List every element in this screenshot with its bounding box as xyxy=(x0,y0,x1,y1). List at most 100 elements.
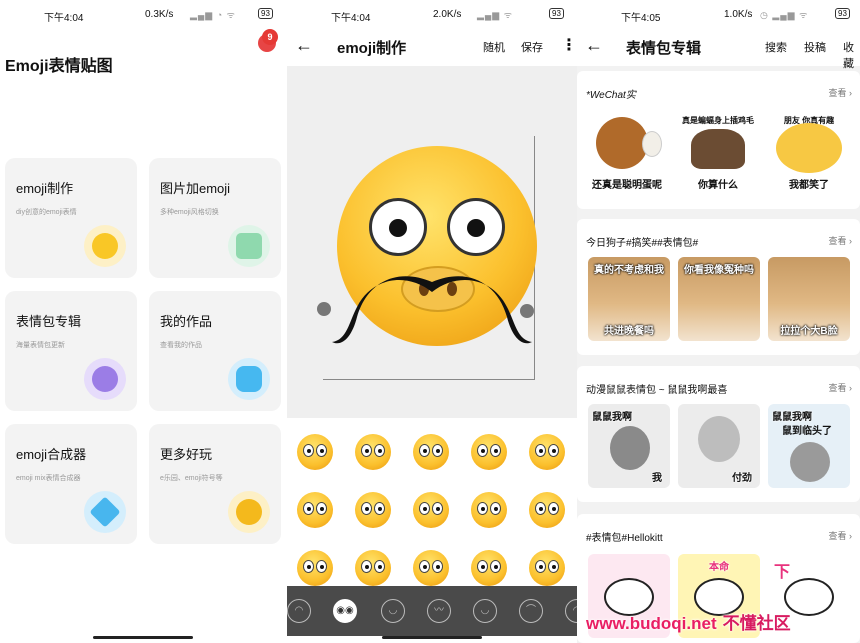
card-my-works[interactable]: 我的作品 查看我的作品 xyxy=(149,291,281,411)
eye-icon xyxy=(369,198,427,256)
page-title: 表情包专辑 xyxy=(626,40,702,57)
eyes-option[interactable] xyxy=(413,434,449,470)
emoji-canvas[interactable] xyxy=(287,66,577,418)
favorite-button[interactable]: 收藏 xyxy=(843,39,860,71)
eyes-option[interactable] xyxy=(413,492,449,528)
sticker[interactable]: 鼠鼠我啊 鼠到临头了 xyxy=(768,404,850,488)
resize-handle[interactable] xyxy=(520,304,534,318)
eyes-option[interactable] xyxy=(471,434,507,470)
sticker-caption: 你算什么 xyxy=(698,180,738,191)
mustache-icon xyxy=(332,276,532,344)
view-link[interactable]: 查看 › xyxy=(828,381,852,394)
smiley-icon xyxy=(84,225,126,267)
rotate-handle[interactable] xyxy=(317,302,331,316)
album-card[interactable]: 今日狗子#搞笑##表情包# 查看 › 真的不考虑和我 共进晚餐吗 你看我像冤种吗… xyxy=(577,219,860,355)
sticker[interactable]: 朋友 你真有趣 我都笑了 xyxy=(768,111,850,195)
page-title: Emoji表情贴图 xyxy=(5,58,113,75)
album-title: 动漫鼠鼠表情包 ~ 鼠鼠我啊最喜 xyxy=(586,385,728,396)
tab-mouth-icon[interactable]: ◡ xyxy=(381,599,405,623)
sticker[interactable]: 还真是聪明蛋呢 xyxy=(586,111,668,195)
sticker-top-text: 真的不考虑和我 xyxy=(594,265,664,276)
signal-icon: ◷ ▂▄▆ ᯤ xyxy=(760,10,809,20)
home-indicator xyxy=(382,636,482,639)
sticker-top-text: 真是蝙蝠身上插鸡毛 xyxy=(682,116,754,125)
eyes-option[interactable] xyxy=(355,550,391,586)
card-title: emoji合成器 xyxy=(16,447,87,462)
view-link[interactable]: 查看 › xyxy=(828,529,852,542)
card-sticker-albums[interactable]: 表情包专辑 海量表情包更新 xyxy=(5,291,137,411)
eyes-option[interactable] xyxy=(471,492,507,528)
card-emoji-mixer[interactable]: emoji合成器 emoji mix表情合成器 xyxy=(5,424,137,544)
app-bar: ← 表情包专辑 搜索 投稿 收藏 xyxy=(577,28,860,70)
battery-icon: 93 xyxy=(549,8,564,19)
status-time: 下午4:05 xyxy=(621,13,661,24)
planet-icon xyxy=(84,358,126,400)
eyes-option[interactable] xyxy=(297,550,333,586)
emoji-part-grid xyxy=(287,418,577,588)
album-card[interactable]: 动漫鼠鼠表情包 ~ 鼠鼠我啊最喜 查看 › 鼠鼠我啊 我 付劲 鼠鼠我啊 鼠到临… xyxy=(577,366,860,502)
eyes-option[interactable] xyxy=(297,434,333,470)
eyes-option[interactable] xyxy=(355,434,391,470)
save-button[interactable]: 保存 xyxy=(521,39,543,55)
cube-icon xyxy=(84,491,126,533)
notification-badge[interactable]: 9 xyxy=(262,29,278,45)
tab-face-icon[interactable]: ◠ xyxy=(287,599,311,623)
submit-button[interactable]: 投稿 xyxy=(804,39,826,55)
goggles-icon xyxy=(228,491,270,533)
status-speed: 1.0K/s xyxy=(724,9,753,20)
search-button[interactable]: 搜索 xyxy=(765,39,787,55)
eyes-option[interactable] xyxy=(355,492,391,528)
eyes-option[interactable] xyxy=(529,492,565,528)
sticker-caption: 还真是聪明蛋呢 xyxy=(592,180,662,191)
sticker-albums-screen: 下午4:05 1.0K/s ◷ ▂▄▆ ᯤ 93 ← 表情包专辑 搜索 投稿 收… xyxy=(577,0,860,643)
tab-eyes-icon[interactable]: ◉◉ xyxy=(333,599,357,623)
album-title: #表情包#Hellokitt xyxy=(586,533,663,544)
sticker-caption: 鼠到临头了 xyxy=(782,426,832,437)
status-time: 下午4:04 xyxy=(331,13,371,24)
eye-icon xyxy=(447,198,505,256)
tab-mustache-icon[interactable]: 〰 xyxy=(427,599,451,623)
album-card[interactable]: *WeChat实 查看 › 还真是聪明蛋呢 真是蝙蝠身上插鸡毛 你算什么 朋友 … xyxy=(577,71,860,209)
more-menu-icon[interactable]: ⋮ xyxy=(561,35,577,55)
view-link[interactable]: 查看 › xyxy=(828,234,852,247)
status-time: 下午4:04 xyxy=(44,13,84,24)
eyes-option[interactable] xyxy=(529,550,565,586)
screens-container: 下午4:04 0.3K/s ▂▄▆ ◔ ᯤ 93 Emoji表情贴图 9 emo… xyxy=(0,0,860,643)
eyes-option[interactable] xyxy=(471,550,507,586)
random-button[interactable]: 随机 xyxy=(483,39,505,55)
back-arrow-icon[interactable]: ← xyxy=(295,35,313,56)
status-speed: 2.0K/s xyxy=(433,9,462,20)
signal-icon: ▂▄▆ ◔ ᯤ xyxy=(190,10,236,20)
sticker[interactable]: 拉拉个大B脸 xyxy=(768,257,850,341)
sticker-top-text: 鼠鼠我啊 xyxy=(772,412,812,423)
status-bar: 下午4:05 1.0K/s ◷ ▂▄▆ ᯤ 93 xyxy=(577,0,860,28)
sticker-caption: 我都笑了 xyxy=(789,180,829,191)
card-subtitle: diy创意的emoji表情 xyxy=(16,209,77,216)
part-category-tabs: ◠ ◉◉ ◡ 〰 ◡ ⌒ ◠ xyxy=(287,586,577,636)
eyes-option[interactable] xyxy=(297,492,333,528)
status-bar: 下午4:04 0.3K/s ▂▄▆ ◔ ᯤ 93 xyxy=(0,0,287,28)
app-bar: ← emoji制作 随机 保存 ⋮ xyxy=(287,28,577,64)
tab-smile-icon[interactable]: ◡ xyxy=(473,599,497,623)
card-more-fun[interactable]: 更多好玩 e乐园、emoji符号等 xyxy=(149,424,281,544)
eyes-option[interactable] xyxy=(413,550,449,586)
sticker[interactable]: 你看我像冤种吗 xyxy=(678,257,760,341)
sticker[interactable]: 真的不考虑和我 共进晚餐吗 xyxy=(588,257,670,341)
card-title: 图片加emoji xyxy=(160,181,231,196)
sticker-caption: 我 xyxy=(652,473,662,484)
sticker[interactable]: 鼠鼠我啊 我 xyxy=(588,404,670,488)
card-image-emoji[interactable]: 图片加emoji 多种emoji风格切换 xyxy=(149,158,281,278)
back-arrow-icon[interactable]: ← xyxy=(585,35,603,56)
view-link[interactable]: 查看 › xyxy=(828,86,852,99)
tab-accessory-icon[interactable]: ◠ xyxy=(565,599,577,623)
sticker[interactable]: 付劲 xyxy=(678,404,760,488)
card-emoji-maker[interactable]: emoji制作 diy创意的emoji表情 xyxy=(5,158,137,278)
tab-hat-icon[interactable]: ⌒ xyxy=(519,599,543,623)
eyes-option[interactable] xyxy=(529,434,565,470)
status-speed: 0.3K/s xyxy=(145,9,174,20)
card-subtitle: 多种emoji风格切换 xyxy=(160,209,219,216)
card-subtitle: e乐园、emoji符号等 xyxy=(160,475,223,482)
sticker[interactable]: 真是蝙蝠身上插鸡毛 你算什么 xyxy=(677,111,759,195)
card-title: emoji制作 xyxy=(16,181,74,196)
card-subtitle: 查看我的作品 xyxy=(160,342,202,349)
